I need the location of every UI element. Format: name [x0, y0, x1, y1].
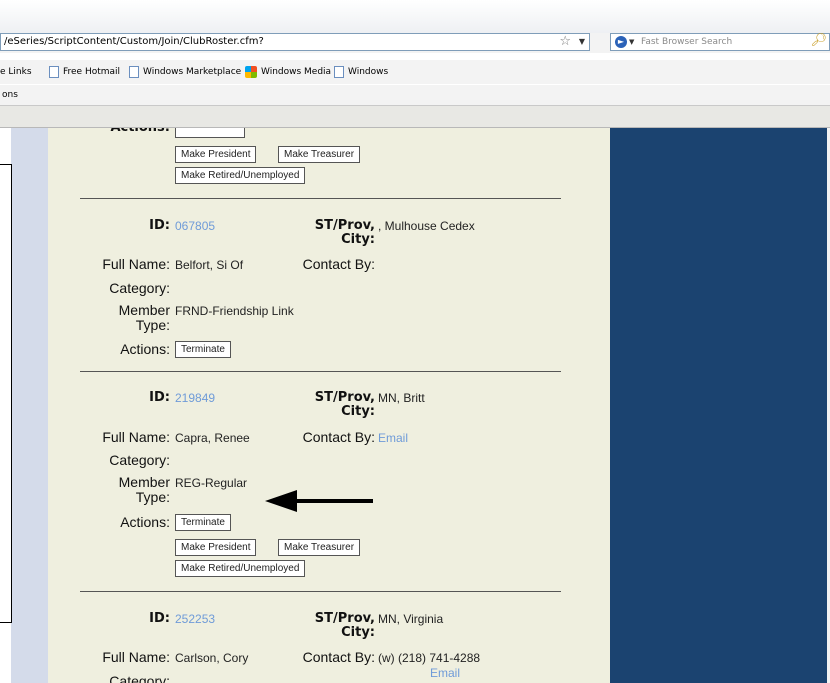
member-label: Member — [118, 302, 170, 318]
browser-title-area — [0, 0, 830, 33]
st-prov-city-value: MN, Virginia — [378, 612, 444, 626]
record-separator — [80, 591, 561, 592]
contact-email-link[interactable]: Email — [378, 431, 408, 446]
category-label: Category: — [109, 452, 170, 468]
search-dropdown-icon[interactable]: ▼ — [629, 34, 634, 50]
record-separator — [80, 198, 561, 199]
actions-label: Actions: — [120, 514, 170, 530]
links-item-label: Windows Media — [261, 67, 332, 77]
links-item-free-hotmail[interactable]: Free Hotmail — [49, 60, 120, 84]
links-toolbar: e Links Free Hotmail Windows Marketplace… — [0, 60, 830, 84]
links-item-label: Free Hotmail — [63, 67, 121, 77]
make-retired-button[interactable]: Make Retired/Unemployed — [175, 560, 306, 577]
links-item-windows-marketplace[interactable]: Windows Marketplace — [129, 60, 241, 84]
page-icon — [49, 66, 59, 78]
member-type-value: FRND-Friendship Link — [175, 304, 294, 318]
st-prov-city-value: , Mulhouse Cedex — [378, 219, 475, 233]
make-president-button[interactable]: Make President — [175, 146, 257, 163]
left-sidebar-band — [11, 128, 48, 683]
address-url: /eSeries/ScriptContent/Custom/Join/ClubR… — [4, 36, 264, 47]
page-icon — [334, 66, 344, 78]
member-id-link[interactable]: 067805 — [175, 219, 215, 234]
st-prov-label: ST/Prov, — [314, 390, 375, 405]
city-label: City: — [341, 625, 375, 640]
id-label: ID: — [149, 218, 170, 233]
member-type-value: REG-Regular — [175, 476, 248, 490]
address-dropdown-icon[interactable]: ▼ — [579, 34, 585, 50]
favorite-star-icon[interactable]: ☆ — [559, 34, 571, 50]
category-label: Category: — [109, 280, 170, 296]
record-separator — [80, 371, 561, 372]
terminate-button[interactable]: Terminate — [175, 341, 231, 358]
search-input[interactable]: ► ▼ Fast Browser Search 🔎︎ — [610, 33, 830, 51]
tools-item-options[interactable]: ons — [2, 90, 18, 100]
make-treasurer-button[interactable]: Make Treasurer — [278, 539, 361, 556]
make-treasurer-button[interactable]: Make Treasurer — [278, 146, 361, 163]
member-id-link[interactable]: 252253 — [175, 612, 215, 627]
full-name-value: Capra, Renee — [175, 431, 250, 445]
search-placeholder: Fast Browser Search — [641, 37, 733, 47]
links-item-label: e Links — [0, 67, 32, 77]
tools-toolbar: ons — [0, 85, 830, 105]
full-name-label: Full Name: — [102, 649, 170, 665]
full-name-label: Full Name: — [102, 429, 170, 445]
actions-label: Actions: — [120, 341, 170, 357]
page-icon — [129, 66, 139, 78]
windows-media-icon — [245, 66, 257, 78]
id-label: ID: — [149, 390, 170, 405]
type-label: Type: — [135, 489, 170, 505]
links-item-label: Windows — [348, 67, 389, 77]
city-label: City: — [341, 404, 375, 419]
terminate-button[interactable]: Terminate — [175, 514, 231, 531]
annotation-box — [0, 164, 12, 623]
contact-by-label: Contact By: — [302, 256, 375, 272]
type-label: Type: — [135, 317, 170, 333]
links-item-e-links[interactable]: e Links — [0, 60, 32, 84]
right-sidebar-panel — [610, 128, 827, 683]
full-name-label: Full Name: — [102, 256, 170, 272]
member-label: Member — [118, 474, 170, 490]
links-item-windows[interactable]: Windows — [334, 60, 388, 84]
search-engine-icon[interactable]: ► — [615, 36, 627, 48]
actions-label: Actions: — [88, 128, 170, 135]
st-prov-city-value: MN, Britt — [378, 391, 425, 405]
make-president-button[interactable]: Make President — [175, 539, 257, 556]
search-go-icon[interactable]: 🔎︎ — [810, 33, 827, 49]
links-item-windows-media[interactable]: Windows Media — [245, 60, 331, 84]
annotation-arrow-icon — [265, 490, 373, 512]
address-row: /eSeries/ScriptContent/Custom/Join/ClubR… — [0, 33, 830, 53]
contact-phone-value: (w) (218) 741-4288 — [378, 651, 481, 665]
contact-email-link[interactable]: Email — [430, 666, 460, 681]
city-label: City: — [341, 232, 375, 247]
st-prov-label: ST/Prov, — [314, 611, 375, 626]
address-bar[interactable]: /eSeries/ScriptContent/Custom/Join/ClubR… — [0, 33, 590, 51]
contact-by-label: Contact By: — [302, 429, 375, 445]
member-id-link[interactable]: 219849 — [175, 391, 215, 406]
roster-content: Actions: Make President Make Treasurer M… — [48, 128, 610, 683]
full-name-value: Belfort, Si Of — [175, 258, 244, 272]
full-name-value: Carlson, Cory — [175, 651, 249, 665]
id-label: ID: — [149, 611, 170, 626]
links-item-label: Windows Marketplace — [143, 67, 242, 77]
page-viewport: Actions: Make President Make Treasurer M… — [0, 128, 830, 683]
make-retired-button[interactable]: Make Retired/Unemployed — [175, 167, 306, 184]
terminate-button[interactable] — [175, 128, 245, 138]
contact-by-label: Contact By: — [302, 649, 375, 665]
category-label: Category: — [109, 673, 170, 683]
st-prov-label: ST/Prov, — [314, 218, 375, 233]
tab-row — [0, 105, 830, 128]
